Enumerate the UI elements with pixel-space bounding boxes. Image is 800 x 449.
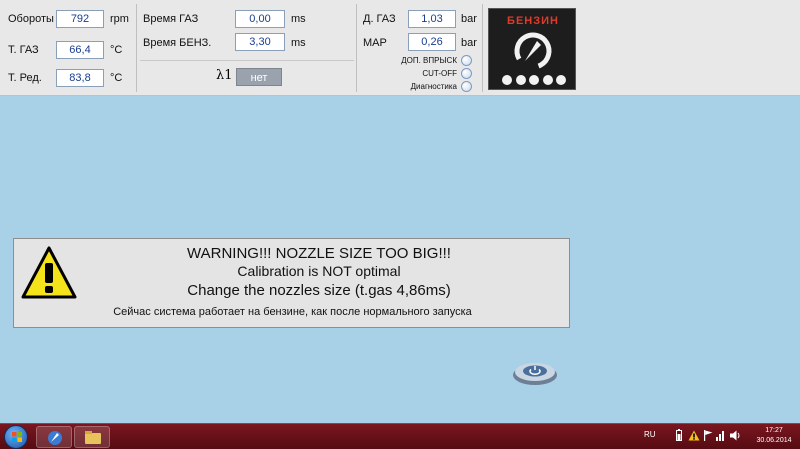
- gas-pressure-unit: bar: [461, 13, 477, 25]
- power-button[interactable]: [512, 360, 558, 386]
- taskbar-app-explorer[interactable]: [74, 426, 110, 448]
- clock-time: 17:27: [765, 427, 783, 434]
- mode-label: БЕНЗИН: [507, 15, 559, 27]
- separator: [356, 4, 357, 92]
- extra-injection-label: ДОП. ВПРЫСК: [401, 56, 457, 65]
- t-red-field: 83,8: [56, 69, 104, 87]
- separator: [482, 4, 483, 92]
- warning-triangle-icon: [21, 246, 77, 299]
- rpm-field: 792: [56, 10, 104, 28]
- map-unit: bar: [461, 37, 477, 49]
- windows-logo-icon: [12, 432, 22, 442]
- language-indicator[interactable]: RU: [644, 430, 656, 439]
- diagnostics-label: Диагностика: [410, 82, 457, 91]
- lambda-label: λ1: [216, 68, 233, 83]
- mode-dot: [556, 75, 566, 85]
- petrol-time-unit: ms: [291, 37, 306, 49]
- network-icon[interactable]: [716, 430, 726, 441]
- taskbar-app-gas-controller[interactable]: [36, 426, 72, 448]
- mode-dot: [542, 75, 553, 85]
- gas-pressure-field: 1,03: [408, 10, 456, 28]
- petrol-time-label: Время БЕНЗ.: [143, 37, 212, 49]
- clock-date: 30.06.2014: [756, 437, 792, 444]
- t-gas-unit: °C: [110, 44, 123, 56]
- mode-dot: [529, 75, 539, 85]
- start-button[interactable]: [4, 425, 28, 449]
- warning-advice: Change the nozzles size (t.gas 4,86ms): [187, 282, 451, 299]
- mode-indicator[interactable]: БЕНЗИН: [488, 8, 576, 90]
- cut-off-indicator[interactable]: [461, 68, 472, 79]
- petrol-time-field: 3,30: [235, 33, 285, 51]
- map-label: MAP: [363, 37, 387, 49]
- petrol-mode-icon: [514, 32, 552, 70]
- system-clock[interactable]: 17:27 30.06.2014: [752, 426, 796, 446]
- diagnostics-indicator[interactable]: [461, 81, 472, 92]
- gas-time-field: 0,00: [235, 10, 285, 28]
- rpm-label: Обороты: [8, 13, 54, 25]
- folder-icon: [85, 431, 101, 444]
- taskbar: RU 17:27 30.06.2014: [0, 423, 800, 449]
- top-panel: Обороты 792 rpm Т. ГАЗ 66,4 °C Т. Ред. 8…: [0, 0, 800, 96]
- gas-time-unit: ms: [291, 13, 306, 25]
- mode-dot: [502, 75, 512, 85]
- battery-icon[interactable]: [676, 429, 682, 441]
- volume-icon[interactable]: [730, 430, 742, 441]
- app-icon: [48, 431, 62, 445]
- warning-title: WARNING!!! NOZZLE SIZE TOO BIG!!!: [187, 245, 451, 262]
- map-field: 0,26: [408, 33, 456, 51]
- t-red-label: Т. Ред.: [8, 72, 42, 84]
- mode-dots: [502, 75, 566, 85]
- warning-status: Сейчас система работает на бензине, как …: [113, 306, 472, 318]
- separator: [136, 4, 137, 92]
- extra-injection-indicator[interactable]: [461, 55, 472, 66]
- lambda-status: нет: [236, 68, 282, 86]
- t-red-unit: °C: [110, 72, 123, 84]
- t-gas-field: 66,4: [56, 41, 104, 59]
- mode-dot: [515, 75, 526, 85]
- gas-time-label: Время ГАЗ: [143, 13, 199, 25]
- rpm-unit: rpm: [110, 13, 129, 25]
- separator: [140, 60, 354, 61]
- flag-icon[interactable]: [704, 430, 713, 441]
- warning-dialog: WARNING!!! NOZZLE SIZE TOO BIG!!! Calibr…: [13, 238, 570, 328]
- warning-calibration: Calibration is NOT optimal: [237, 263, 401, 279]
- gas-pressure-label: Д. ГАЗ: [363, 13, 396, 25]
- cut-off-label: CUT-OFF: [422, 69, 457, 78]
- warning-icon[interactable]: [688, 430, 700, 441]
- t-gas-label: Т. ГАЗ: [8, 44, 39, 56]
